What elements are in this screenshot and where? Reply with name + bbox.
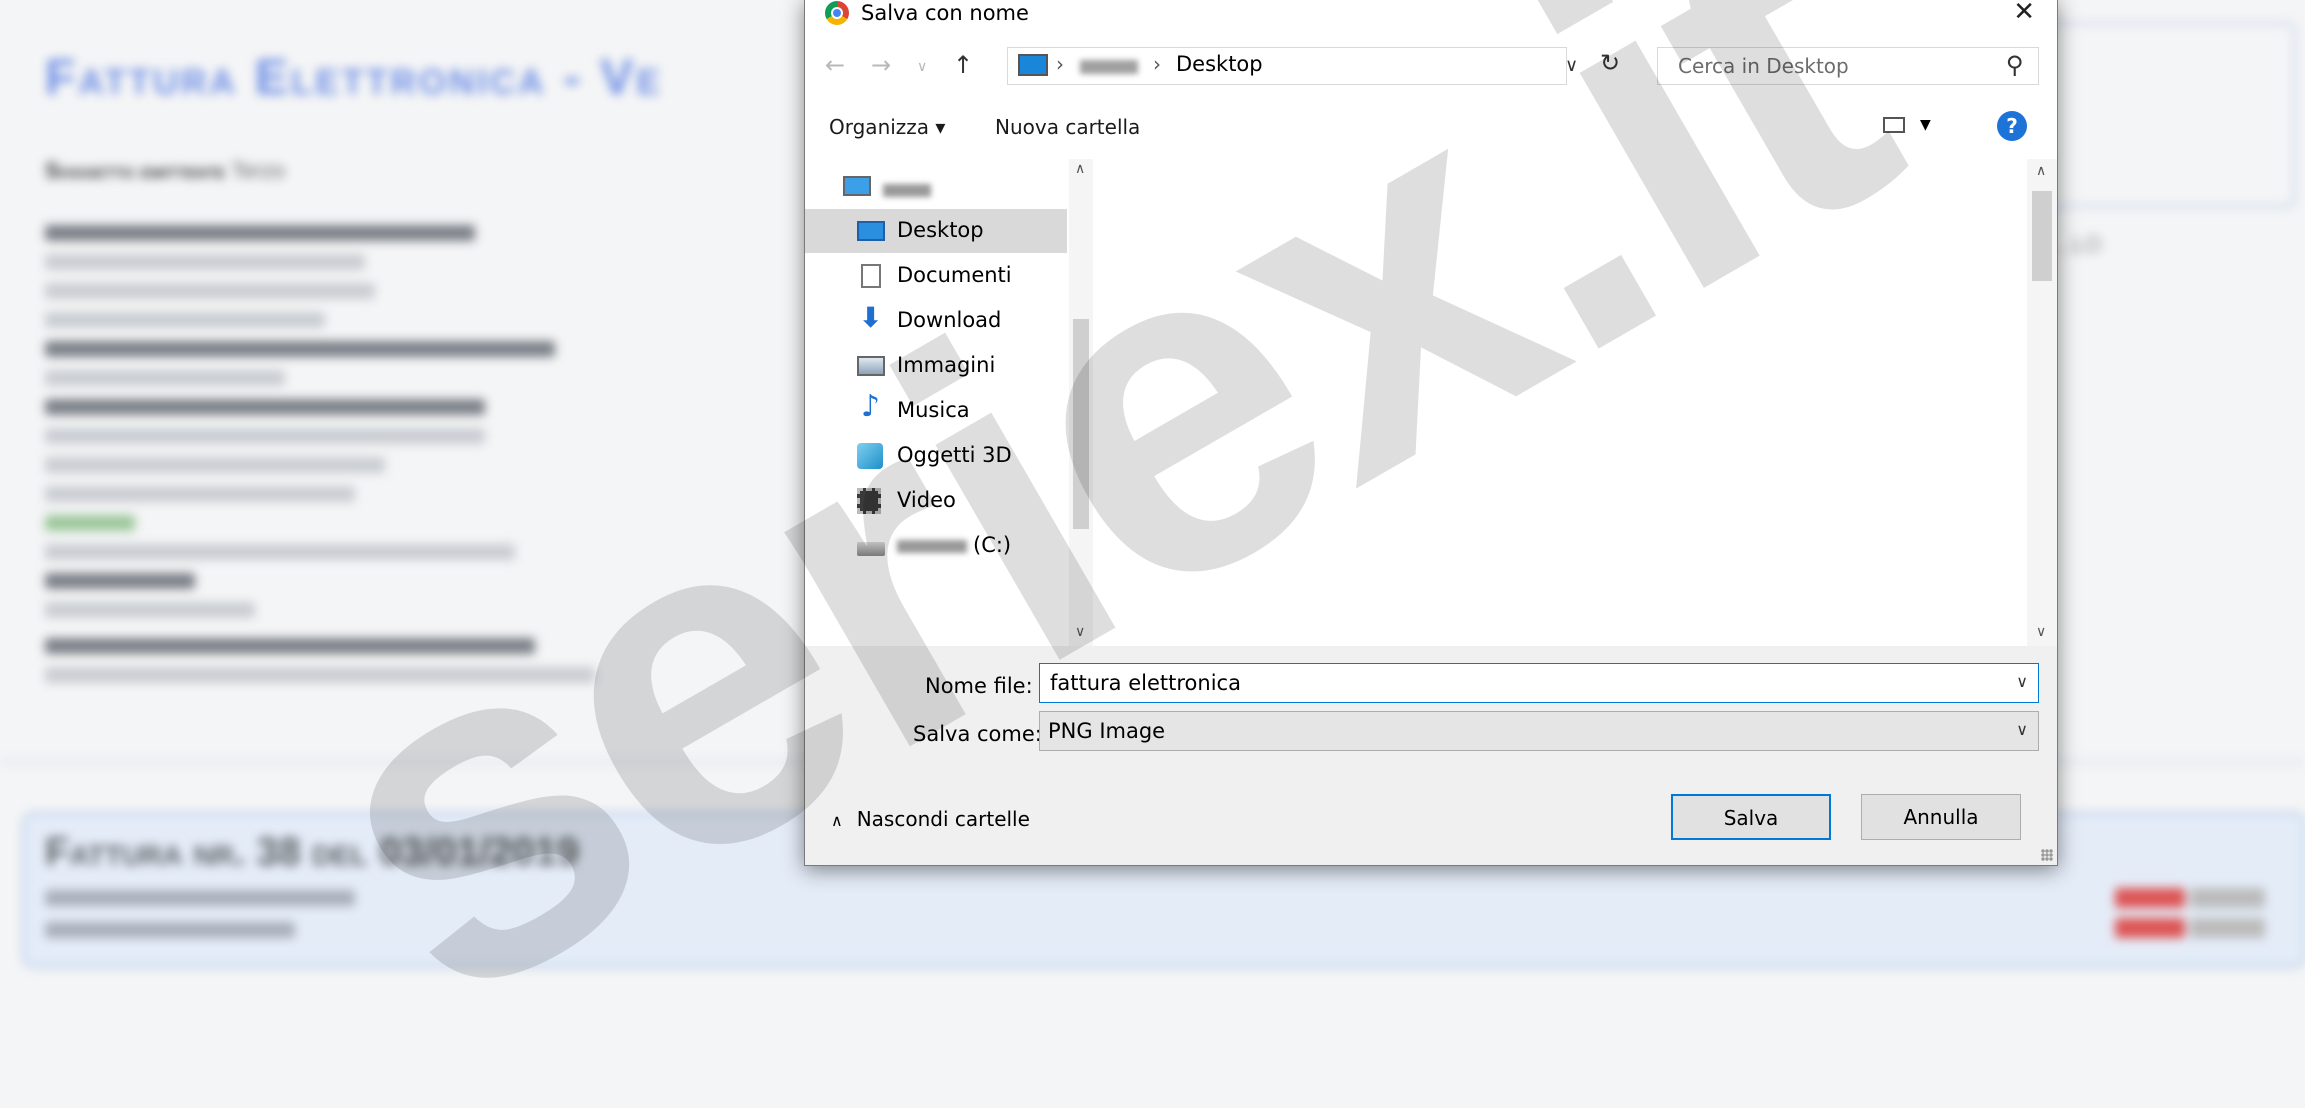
nav-item-images[interactable]: Immagini — [805, 344, 1067, 388]
chrome-icon — [825, 1, 849, 25]
save-as-dialog: Salva con nome ✕ ← → ∨ ↑ › › Desktop ∨ ↻… — [804, 0, 2058, 866]
help-icon[interactable]: ? — [1997, 111, 2027, 141]
search-input[interactable] — [1676, 52, 1980, 80]
nav-item-label: Documenti — [897, 263, 1012, 287]
save-as-type-row: Salva come: PNG Image ∨ — [805, 711, 2057, 757]
scroll-down-icon[interactable]: ∨ — [1075, 624, 1085, 640]
search-box[interactable]: ⚲ — [1657, 47, 2039, 85]
documents-icon — [861, 264, 881, 288]
path-breadcrumb[interactable]: › › Desktop — [1007, 47, 1567, 85]
chevron-right-icon[interactable]: › — [1056, 52, 1064, 76]
nav-item-label: Desktop — [897, 218, 984, 242]
recent-locations-chevron-icon[interactable]: ∨ — [917, 59, 927, 75]
background-details — [45, 225, 605, 696]
navigation-pane: Desktop Documenti ⬇ Download Immagini ♪ … — [805, 159, 1099, 646]
hide-folders-button[interactable]: ∧ Nascondi cartelle — [831, 807, 1030, 831]
nav-item-local-disk[interactable]: (C:) — [805, 524, 1067, 568]
nav-item-video[interactable]: Video — [805, 479, 1067, 523]
chevron-down-icon[interactable]: ∨ — [2016, 672, 2028, 691]
nav-item-label: Video — [897, 488, 956, 512]
nav-item-desktop[interactable]: Desktop — [805, 209, 1067, 253]
breadcrumb-user-redacted[interactable] — [1080, 60, 1138, 74]
filename-input[interactable] — [1048, 668, 1972, 698]
resize-grip[interactable] — [2041, 849, 2053, 861]
filename-label: Nome file: — [925, 674, 1033, 698]
nav-item-label: Oggetti 3D — [897, 443, 1012, 467]
background-amount-currency — [2190, 918, 2265, 938]
background-invoice-title: Fattura nr. 38 del 03/01/2019 — [45, 830, 580, 874]
background-amount — [2115, 888, 2185, 908]
dialog-content: Desktop Documenti ⬇ Download Immagini ♪ … — [805, 159, 2057, 646]
forward-arrow-icon[interactable]: → — [871, 51, 891, 79]
view-dropdown-arrow-icon[interactable]: ▼ — [1920, 117, 1931, 133]
dialog-title: Salva con nome — [861, 1, 1029, 25]
video-icon — [857, 488, 881, 514]
filename-row: Nome file: ∨ — [805, 663, 2057, 709]
file-list-pane[interactable] — [1103, 159, 2027, 646]
navigation-scroll-thumb[interactable] — [1073, 319, 1089, 529]
nav-item-music[interactable]: ♪ Musica — [805, 389, 1067, 433]
chevron-up-icon: ∧ — [831, 811, 843, 830]
background-invoice-line — [45, 922, 295, 938]
back-arrow-icon[interactable]: ← — [825, 51, 845, 79]
chevron-down-icon[interactable]: ∨ — [2016, 720, 2028, 739]
desktop-folder-icon — [857, 221, 885, 241]
file-list-scroll-thumb[interactable] — [2032, 191, 2052, 281]
filename-field[interactable]: ∨ — [1039, 663, 2039, 703]
breadcrumb-current[interactable]: Desktop — [1176, 52, 1263, 76]
images-icon — [857, 356, 885, 376]
save-as-type-label: Salva come: — [913, 722, 1042, 746]
music-icon: ♪ — [861, 389, 881, 424]
drive-icon — [857, 542, 885, 556]
save-button[interactable]: Salva — [1671, 794, 1831, 840]
cancel-button[interactable]: Annulla — [1861, 794, 2021, 840]
new-folder-button[interactable]: Nuova cartella — [995, 115, 1140, 139]
chevron-right-icon[interactable]: › — [1153, 52, 1161, 76]
organize-button[interactable]: Organizza ▾ — [829, 115, 945, 139]
nav-item-label: Immagini — [897, 353, 996, 377]
background-invoice-line — [45, 890, 355, 906]
navigation-scrollbar[interactable]: ∧ ∨ — [1069, 159, 1093, 646]
search-icon[interactable]: ⚲ — [2006, 51, 2024, 79]
download-icon: ⬇ — [859, 301, 883, 334]
refresh-icon[interactable]: ↻ — [1600, 49, 1620, 77]
save-as-type-select[interactable]: PNG Image ∨ — [1039, 711, 2039, 751]
3d-objects-icon — [857, 443, 883, 469]
background-subtitle: Soggetto emittente Terzo — [45, 158, 286, 183]
scroll-down-icon[interactable]: ∨ — [2036, 624, 2046, 640]
address-bar: ← → ∨ ↑ › › Desktop ∨ ↻ ⚲ — [805, 37, 2057, 96]
nav-item-this-pc-label — [883, 177, 931, 201]
file-list-scrollbar[interactable]: ∧ ∨ — [2027, 159, 2057, 646]
drive-letter-label: (C:) — [973, 533, 1012, 557]
dialog-titlebar[interactable]: Salva con nome ✕ — [805, 0, 2057, 37]
nav-item-label: Download — [897, 308, 1002, 332]
view-options-icon[interactable] — [1883, 117, 1905, 133]
nav-item-this-pc[interactable] — [805, 164, 1067, 208]
nav-item-documents[interactable]: Documenti — [805, 254, 1067, 298]
nav-item-drive-label: (C:) — [897, 533, 1011, 557]
nav-item-3d-objects[interactable]: Oggetti 3D — [805, 434, 1067, 478]
scroll-up-icon[interactable]: ∧ — [1075, 161, 1085, 177]
computer-icon — [1018, 54, 1048, 76]
computer-icon — [843, 176, 871, 196]
scroll-up-icon[interactable]: ∧ — [2036, 163, 2046, 179]
nav-item-label: Musica — [897, 398, 970, 422]
close-icon[interactable]: ✕ — [2013, 0, 2035, 27]
path-dropdown-chevron-icon[interactable]: ∨ — [1565, 55, 1578, 76]
hide-folders-label: Nascondi cartelle — [856, 807, 1030, 831]
background-title: Fattura Elettronica - Ve — [45, 49, 663, 105]
background-amount — [2115, 918, 2185, 938]
nav-item-download[interactable]: ⬇ Download — [805, 299, 1067, 343]
up-arrow-icon[interactable]: ↑ — [953, 51, 973, 79]
background-amount-currency — [2190, 888, 2265, 908]
dialog-toolbar: Organizza ▾ Nuova cartella ▼ ? — [805, 95, 2057, 160]
save-as-type-value: PNG Image — [1048, 719, 1166, 743]
